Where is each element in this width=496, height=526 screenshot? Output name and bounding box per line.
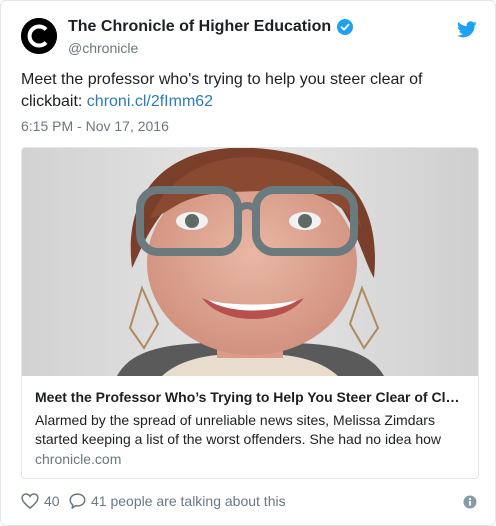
like-button[interactable]: 40 [21, 493, 60, 509]
talking-count: 41 people are talking about this [91, 493, 286, 509]
talking-link[interactable]: 41 people are talking about this [69, 493, 286, 509]
twitter-bird-icon[interactable] [457, 21, 477, 38]
account-name-label[interactable]: The Chronicle of Higher Education [68, 18, 331, 36]
speech-bubble-icon [69, 493, 86, 509]
tweet-body: Meet the professor who's trying to help … [21, 71, 423, 110]
link-card[interactable]: Meet the Professor Who’s Trying to Help … [21, 147, 479, 479]
tweet-actions: 40 41 people are talking about this [21, 493, 479, 513]
heart-icon [21, 493, 39, 509]
like-count: 40 [44, 493, 60, 509]
professor-photo [22, 148, 478, 376]
info-icon[interactable] [463, 495, 477, 509]
tweet-timestamp[interactable]: 6:15 PM - Nov 17, 2016 [21, 118, 169, 134]
card-domain: chronicle.com [35, 451, 122, 467]
tweet-link[interactable]: chroni.cl/2fImm62 [87, 93, 213, 110]
embedded-tweet: The Chronicle of Higher Education @chron… [0, 0, 496, 526]
card-image[interactable] [22, 148, 478, 376]
account-name[interactable]: The Chronicle of Higher Education [68, 18, 354, 36]
account-handle[interactable]: @chronicle [68, 40, 138, 56]
tweet-text: Meet the professor who's trying to help … [21, 69, 477, 113]
card-title[interactable]: Meet the Professor Who’s Trying to Help … [35, 389, 465, 405]
verified-badge-icon [337, 19, 354, 35]
chronicle-logo-icon[interactable] [21, 18, 57, 54]
card-description: Alarmed by the spread of unreliable news… [35, 412, 441, 447]
